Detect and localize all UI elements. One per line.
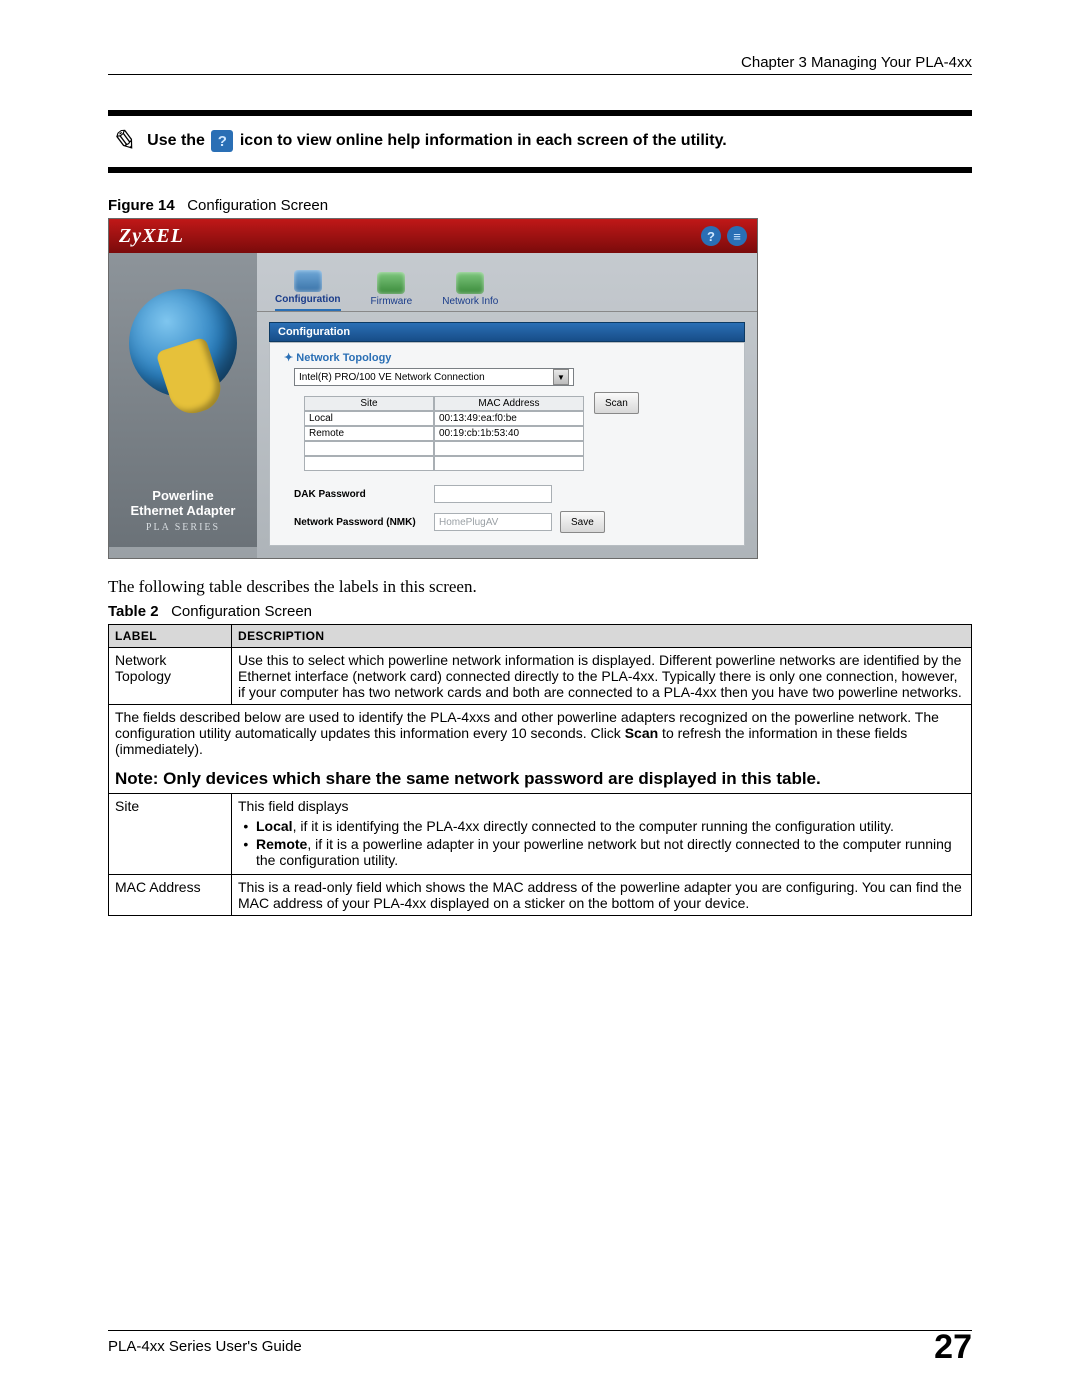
section-title: Configuration (269, 322, 745, 342)
config-icon (294, 270, 322, 292)
chapter-header: Chapter 3 Managing Your PLA-4xx (741, 54, 972, 71)
figure-caption: Figure 14 Configuration Screen (108, 197, 972, 214)
th-desc: DESCRIPTION (232, 625, 972, 648)
nmk-input[interactable] (434, 513, 552, 531)
table-row (304, 441, 584, 456)
config-panel: ✦ Network Topology Intel(R) PRO/100 VE N… (269, 342, 745, 546)
footer-rule (108, 1330, 972, 1331)
dak-label: DAK Password (294, 489, 426, 500)
save-button[interactable]: Save (560, 511, 605, 533)
titlebar-help-icon[interactable]: ? (701, 226, 721, 246)
header-rule (108, 74, 972, 75)
footer-guide: PLA-4xx Series User's Guide (108, 1338, 302, 1355)
page-number: 27 (934, 1328, 972, 1367)
table-row: Site This field displays Local, if it is… (109, 794, 972, 875)
table-caption: Table 2 Configuration Screen (108, 603, 972, 620)
tab-network-info[interactable]: Network Info (442, 272, 498, 311)
tab-firmware[interactable]: Firmware (371, 272, 413, 311)
table-row: The fields described below are used to i… (109, 705, 972, 794)
tab-bar: Configuration Firmware Network Info (257, 253, 757, 312)
dak-input[interactable] (434, 485, 552, 503)
note-text: Note: Only devices which share the same … (115, 769, 965, 789)
col-mac: MAC Address (434, 396, 584, 411)
table-row[interactable]: Remote00:19:cb:1b:53:40 (304, 426, 584, 441)
sidebar-art: Powerline Ethernet Adapter PLA SERIES (109, 253, 257, 547)
sidebar-line2: Ethernet Adapter (131, 503, 236, 518)
connection-select[interactable]: Intel(R) PRO/100 VE Network Connection ▼ (294, 368, 574, 386)
table-row (304, 456, 584, 471)
main-pane: Configuration Firmware Network Info Conf… (257, 253, 757, 558)
description-table: LABEL DESCRIPTION Network Topology Use t… (108, 624, 972, 916)
th-label: LABEL (109, 625, 232, 648)
sidebar-line3: PLA SERIES (146, 522, 220, 533)
connection-value: Intel(R) PRO/100 VE Network Connection (299, 372, 485, 383)
utility-titlebar: ZyXEL ? ≡ (109, 219, 757, 253)
help-icon: ? (211, 130, 233, 152)
table-row: MAC Address This is a read-only field wh… (109, 875, 972, 916)
callout-pre: Use the (147, 133, 209, 150)
nmk-label: Network Password (NMK) (294, 517, 426, 528)
firmware-icon (377, 272, 405, 294)
tab-configuration[interactable]: Configuration (275, 270, 341, 311)
table-row[interactable]: Local00:13:49:ea:f0:be (304, 411, 584, 426)
callout-post: icon to view online help information in … (240, 133, 727, 150)
network-icon (456, 272, 484, 294)
intro-para: The following table describes the labels… (108, 577, 972, 597)
table-row: Network Topology Use this to select whic… (109, 648, 972, 705)
callout-text: Use the ? icon to view online help infor… (147, 130, 727, 152)
utility-window: ZyXEL ? ≡ Powerline Ethernet Adapter PLA… (108, 218, 758, 559)
col-site: Site (304, 396, 434, 411)
panel-header: ✦ Network Topology (284, 351, 730, 364)
scan-button[interactable]: Scan (594, 392, 639, 414)
pencil-icon: ✎ (110, 124, 135, 159)
sidebar-line1: Powerline (152, 488, 213, 503)
page: Chapter 3 Managing Your PLA-4xx ✎ Use th… (0, 0, 1080, 1397)
titlebar-menu-icon[interactable]: ≡ (727, 226, 747, 246)
chevron-down-icon: ▼ (553, 369, 569, 385)
brand-logo: ZyXEL (119, 225, 184, 248)
callout: ✎ Use the ? icon to view online help inf… (108, 110, 972, 173)
device-grid: SiteMAC Address Local00:13:49:ea:f0:be R… (304, 396, 584, 471)
